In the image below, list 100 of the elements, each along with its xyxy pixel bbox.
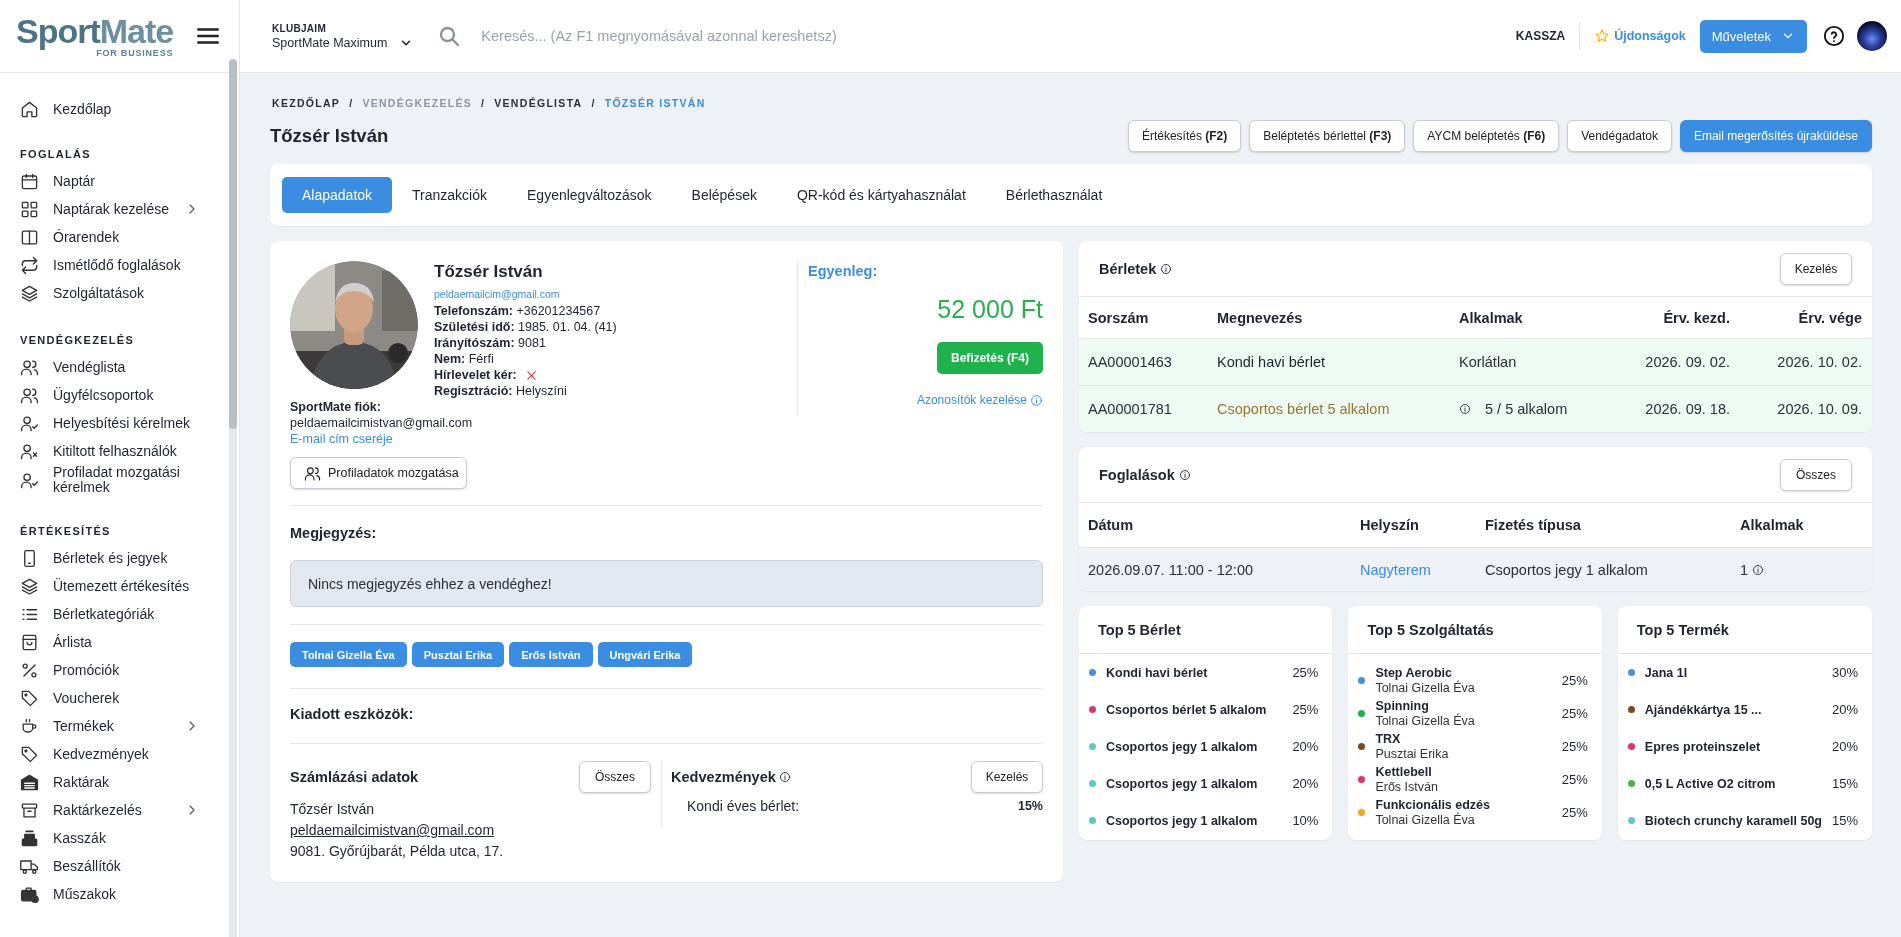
all-button[interactable]: Összes — [579, 761, 651, 793]
column-header: Érv. vége — [1797, 309, 1862, 326]
sidebar-item[interactable]: Voucherek — [20, 684, 200, 712]
sidebar-item[interactable]: Szolgáltatások — [20, 279, 200, 307]
guest-email: peldaemailcim@gmail.com — [434, 287, 561, 301]
calendar-icon — [20, 171, 39, 191]
note-box: Nincs megjegyzés ehhez a vendéghez! — [290, 560, 1043, 607]
home-icon — [20, 99, 39, 119]
action-button[interactable]: Vendégadatok — [1567, 120, 1672, 152]
table-cell-text: 2026. 10. 09. — [1776, 401, 1862, 417]
search-field[interactable]: Keresés... (Az F1 megnyomásával azonnal kereshetsz) — [481, 24, 1182, 48]
manage-button[interactable]: Kezelés — [971, 761, 1043, 793]
club-selector[interactable]: SportMate Maximum — [272, 35, 414, 50]
avatar[interactable] — [1857, 21, 1887, 51]
field-label: Hírlevelet kér: — [434, 367, 517, 383]
breadcrumb-link[interactable]: VENDÉGLISTA — [494, 96, 583, 110]
sidebar-item[interactable]: Kedvezmények — [20, 740, 200, 768]
sidebar-item[interactable]: Promóciók — [20, 656, 200, 684]
grid-icon — [20, 199, 39, 219]
tab[interactable]: Egyenlegváltozások — [507, 177, 672, 213]
section-heading: VENDÉGKEZELÉS — [20, 333, 136, 347]
logo-wordmark: SportMate — [16, 14, 174, 48]
column-header: Megnevezés — [1217, 309, 1304, 326]
sidebar-item[interactable]: Naptárak kezelése — [20, 195, 200, 223]
info-icon — [1030, 393, 1043, 407]
info-icon — [1752, 563, 1765, 576]
section-heading: ÉRTÉKESÍTÉS — [20, 524, 112, 538]
sidebar-item[interactable]: Bérletek és jegyek — [20, 544, 200, 572]
users-icon — [304, 464, 321, 482]
action-button[interactable]: Értékesítés (F2) — [1127, 120, 1242, 152]
percentage: 20% — [1831, 739, 1858, 754]
sidebar-item[interactable]: Naptár — [20, 167, 200, 195]
section-heading: Számlázási adatok — [290, 768, 419, 786]
sidebar-item[interactable]: Helyesbítési kérelmek — [20, 409, 200, 437]
item-name: Jana 1l — [1644, 664, 1689, 681]
tab[interactable]: QR-kód és kártyahasználat — [776, 177, 986, 213]
all-button[interactable]: Összes — [1780, 458, 1852, 491]
cup-icon — [20, 716, 39, 736]
sidebar-item[interactable]: Ismétlődő foglalások — [20, 251, 200, 279]
move-profile-button[interactable]: Profiladatok mozgatása — [290, 457, 467, 489]
bag-icon — [20, 632, 39, 652]
register-link[interactable]: KASSZA — [1515, 29, 1566, 43]
news-link[interactable]: Újdonságok — [1594, 28, 1686, 44]
sidebar-item[interactable]: Raktárkezelés — [20, 796, 200, 824]
sidebar-item[interactable]: Profiladat mozgatási kérelmek — [20, 465, 200, 495]
manage-button[interactable]: Kezelés — [1780, 252, 1852, 285]
table-cell-text: 2026.09.07. 11:00 - 12:00 — [1088, 561, 1254, 578]
sidebar-item[interactable]: Raktárak — [20, 768, 200, 796]
breadcrumb-current: TŐZSÉR ISTVÁN — [604, 96, 706, 110]
scrollbar-thumb[interactable] — [229, 59, 237, 429]
sidebar-item[interactable]: Ügyfélcsoportok — [20, 381, 200, 409]
table-cell: 5 / 5 alkalom — [1485, 401, 1568, 417]
breadcrumb-item: VENDÉGKEZELÉS — [362, 96, 473, 110]
sidebar-item[interactable]: Kitiltott felhasználók — [20, 437, 200, 465]
repeat-icon — [20, 255, 39, 275]
change-email-link[interactable]: E-mail cím cseréje — [290, 431, 393, 447]
table-cell-text: Csoportos bérlet 5 alkalom — [1217, 401, 1391, 417]
help-icon[interactable] — [1823, 25, 1845, 47]
billing-email-link[interactable]: peldaemailcimistvan@gmail.com — [290, 820, 651, 841]
trainer-name: Erős István — [1375, 780, 1439, 795]
column-header: Helyszín — [1360, 517, 1420, 533]
item-name: 0,5 L Active O2 citrom — [1644, 775, 1777, 792]
sidebar-item[interactable]: Bérletkategóriák — [20, 600, 200, 628]
discount-value: 15% — [1017, 798, 1043, 815]
breadcrumb-link[interactable]: KEZDŐLAP — [272, 96, 341, 110]
action-button[interactable]: AYCM beléptetés (F6) — [1413, 120, 1560, 152]
item-name: Funkcionális edzés — [1375, 797, 1492, 812]
column-header: Fizetés típusa — [1485, 517, 1582, 533]
percentage: 25% — [1561, 772, 1588, 787]
sidebar-item[interactable]: Műszakok — [20, 880, 200, 908]
sidebar-item[interactable]: Órarendek — [20, 223, 200, 251]
tab[interactable]: Belépések — [671, 177, 777, 213]
balance-amount: 52 000 Ft — [937, 294, 1043, 324]
sidebar-item[interactable]: Vendéglista — [20, 353, 200, 381]
page-title: Tőzsér István — [270, 125, 390, 147]
item-name: Csoportos jegy 1 alkalom — [1106, 775, 1259, 792]
sidebar-item[interactable]: Termékek — [20, 712, 200, 740]
item-name: Kettlebell — [1375, 764, 1433, 780]
info-icon — [1178, 468, 1191, 481]
column-header: Sorszám — [1088, 309, 1150, 326]
table-cell: 1 — [1740, 561, 1749, 578]
sidebar-item[interactable]: Beszállítók — [20, 852, 200, 880]
action-button[interactable]: Beléptetés bérlettel (F3) — [1249, 120, 1406, 152]
percentage: 20% — [1831, 702, 1858, 717]
sidebar-item[interactable]: Árlista — [20, 628, 200, 656]
sidebar-item[interactable]: Ütemezett értékesítés — [20, 572, 200, 600]
column-header: Érv. kezd. — [1662, 309, 1730, 326]
ids-link[interactable]: Azonosítók kezelése — [916, 393, 1043, 407]
trainer-name: Tolnai Gizella Éva — [1375, 714, 1476, 729]
column-header: Dátum — [1088, 517, 1135, 533]
sidebar-item[interactable]: Kasszák — [20, 824, 200, 852]
tab[interactable]: Tranzakciók — [392, 177, 507, 213]
profile-field: Nem: Férfi — [434, 351, 617, 367]
item-name: Csoportos bérlet 5 alkalom — [1106, 701, 1268, 718]
tag-icon — [20, 688, 39, 708]
layers-icon — [20, 576, 39, 596]
sidebar-item[interactable]: Kezdőlap — [20, 95, 200, 123]
tab[interactable]: Bérlethasználat — [985, 177, 1123, 213]
box-icon — [20, 800, 39, 820]
percentage: 25% — [1561, 739, 1588, 754]
